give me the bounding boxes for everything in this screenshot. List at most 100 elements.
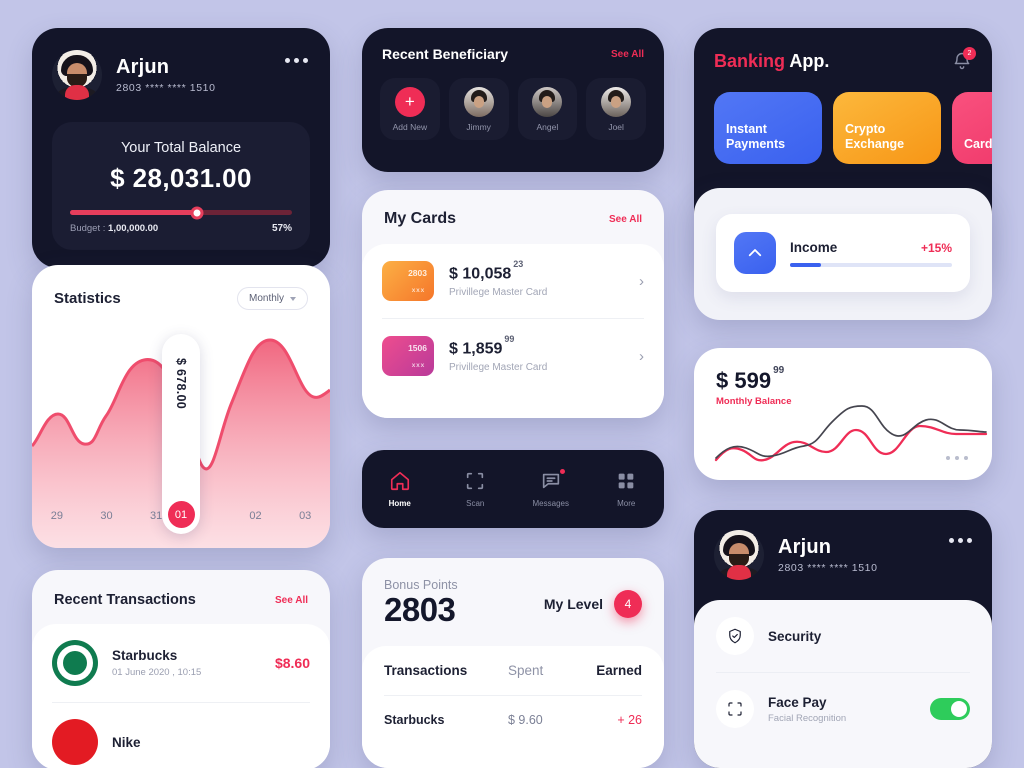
more-dots-icon[interactable]: [946, 456, 968, 460]
chevron-right-icon[interactable]: ›: [639, 273, 644, 290]
settings-item-face-pay[interactable]: Face Pay Facial Recognition: [716, 672, 970, 745]
settings-list: Security Face Pay Facial Recognition: [694, 600, 992, 768]
card-cents: 23: [513, 258, 524, 269]
x-tick: 30: [100, 510, 113, 522]
bonus-header: Bonus Points 2803 My Level 4: [362, 558, 664, 646]
settings-profile-header: Arjun 2803 **** **** 1510: [694, 510, 992, 600]
balance-title: Your Total Balance: [120, 140, 242, 156]
list-item[interactable]: Angel: [517, 78, 578, 140]
beneficiary-header: Recent Beneficiary See All: [362, 28, 664, 62]
action-card-reissue[interactable]: Card Reissue: [952, 92, 992, 164]
settings-text: Face Pay Facial Recognition: [768, 695, 846, 724]
settings-title: Security: [768, 628, 822, 644]
my-cards-header: My Cards See All: [362, 190, 664, 244]
beneficiary-see-all[interactable]: See All: [611, 49, 644, 60]
recent-transactions-see-all[interactable]: See All: [275, 595, 308, 606]
card-masked-label: xxx: [411, 362, 425, 369]
statistics-range-label: Monthly: [248, 293, 284, 304]
profile-balance-card: Arjun 2803 **** **** 1510 Your Total Bal…: [32, 28, 330, 268]
avatar: [714, 530, 764, 580]
chevron-down-icon: [290, 296, 296, 301]
my-cards-see-all[interactable]: See All: [609, 214, 642, 225]
quick-actions: Instant Payments Crypto Exchange Card Re…: [694, 72, 992, 164]
settings-text: Security: [768, 629, 821, 644]
profile-card-number: 2803 **** **** 1510: [116, 82, 216, 94]
beneficiary-label: Jimmy: [466, 121, 491, 132]
income-top: Income +15%: [790, 240, 952, 255]
bell-icon[interactable]: 2: [952, 47, 976, 72]
message-icon: [542, 473, 559, 489]
nav-items: Home Scan Messages More: [362, 450, 664, 528]
bonus-label: Bonus Points: [384, 578, 458, 592]
statistics-selected-day[interactable]: 01: [167, 501, 195, 528]
income-progress-bar: [790, 262, 952, 267]
settings-subtitle: Facial Recognition: [768, 712, 847, 724]
column-header: Transactions: [384, 662, 468, 678]
nav-item-scan[interactable]: Scan: [438, 470, 514, 508]
list-item[interactable]: Jimmy: [448, 78, 509, 140]
beneficiary-list: + Add New Jimmy Angel Joel: [362, 62, 664, 140]
arrow-up-glyph: [748, 249, 762, 257]
statistics-range-select[interactable]: Monthly: [236, 287, 308, 310]
budget-slider-knob[interactable]: [190, 206, 204, 219]
card-subtitle: Privillege Master Card: [449, 362, 548, 374]
card-info: $ 1,85999 Privillege Master Card: [449, 334, 548, 374]
profile-header: Arjun 2803 **** **** 1510: [32, 28, 330, 100]
shield-glyph: [729, 628, 741, 644]
beneficiary-add-new[interactable]: + Add New: [380, 78, 440, 140]
total-balance-box: Your Total Balance $ 28,031.00 Budget : …: [52, 122, 310, 250]
income-inner: Income +15%: [716, 214, 970, 292]
face-pay-toggle[interactable]: [930, 698, 970, 720]
column-header: Earned: [596, 662, 642, 678]
action-label: Crypto Exchange: [845, 121, 905, 152]
income-percent: +15%: [920, 240, 952, 255]
nav-item-more[interactable]: More: [589, 470, 665, 508]
income-label: Income: [790, 239, 838, 255]
table-row[interactable]: 1506 xxx $ 1,85999 Privillege Master Car…: [382, 318, 644, 393]
cell-spent: $ 9.60: [508, 712, 543, 727]
nav-label: Scan: [466, 499, 485, 508]
action-label: Instant Payments: [726, 121, 786, 152]
budget-value: 1,00,000.00: [108, 223, 159, 234]
budget-slider[interactable]: [70, 206, 292, 219]
starbucks-logo: [52, 640, 98, 686]
nav-item-messages[interactable]: Messages: [513, 469, 589, 508]
card-number-label: 2803: [408, 268, 427, 278]
face-scan-glyph: [728, 702, 742, 716]
table-row[interactable]: Starbucks $ 9.60 + 26: [384, 694, 642, 744]
card-cents: 99: [504, 333, 515, 344]
settings-card-number: 2803 **** **** 1510: [778, 562, 878, 574]
transaction-name: Nike: [112, 734, 141, 750]
monthly-balance-card: $ 599 99 Monthly Balance: [694, 348, 992, 480]
more-horizontal-icon[interactable]: [285, 58, 308, 63]
beneficiary-label: Angel: [536, 121, 559, 132]
income-progress-fill: [790, 262, 821, 267]
beneficiary-title: Recent Beneficiary: [382, 46, 509, 62]
my-cards-title: My Cards: [384, 210, 457, 227]
transaction-info: Starbucks 01 June 2020 , 10:15: [112, 648, 201, 678]
x-tick: 29: [50, 510, 63, 522]
bottom-navigation-bar: Home Scan Messages More: [362, 450, 664, 528]
profile-name-block: Arjun 2803 **** **** 1510: [116, 56, 216, 94]
action-instant-payments[interactable]: Instant Payments: [714, 92, 822, 164]
more-horizontal-icon[interactable]: [949, 538, 972, 543]
settings-item-security[interactable]: Security: [716, 600, 970, 672]
table-row[interactable]: 2803 xxx $ 10,05823 Privillege Master Ca…: [382, 244, 644, 318]
nav-item-home[interactable]: Home: [362, 470, 438, 508]
table-row[interactable]: Starbucks 01 June 2020 , 10:15 $8.60: [52, 624, 310, 702]
card-amount: $ 10,05823: [449, 258, 524, 283]
cell-transaction: Starbucks: [384, 712, 445, 727]
action-crypto-exchange[interactable]: Crypto Exchange: [833, 92, 941, 164]
settings-name-block: Arjun 2803 **** **** 1510: [778, 536, 878, 574]
bonus-table: Transactions Spent Earned Starbucks $ 9.…: [362, 645, 664, 768]
recent-transactions-card: Recent Transactions See All Starbucks 01…: [32, 570, 330, 768]
statistics-tooltip[interactable]: $ 678.00 01: [162, 334, 200, 534]
list-item[interactable]: Joel: [586, 78, 646, 140]
settings-title: Face Pay: [768, 694, 827, 710]
card-number-label: 1506: [408, 343, 427, 353]
beneficiary-label: Joel: [608, 121, 624, 132]
nav-label: More: [617, 499, 636, 508]
card-masked-label: xxx: [411, 287, 425, 294]
chevron-right-icon[interactable]: ›: [639, 348, 644, 365]
table-row[interactable]: Nike: [52, 702, 310, 768]
